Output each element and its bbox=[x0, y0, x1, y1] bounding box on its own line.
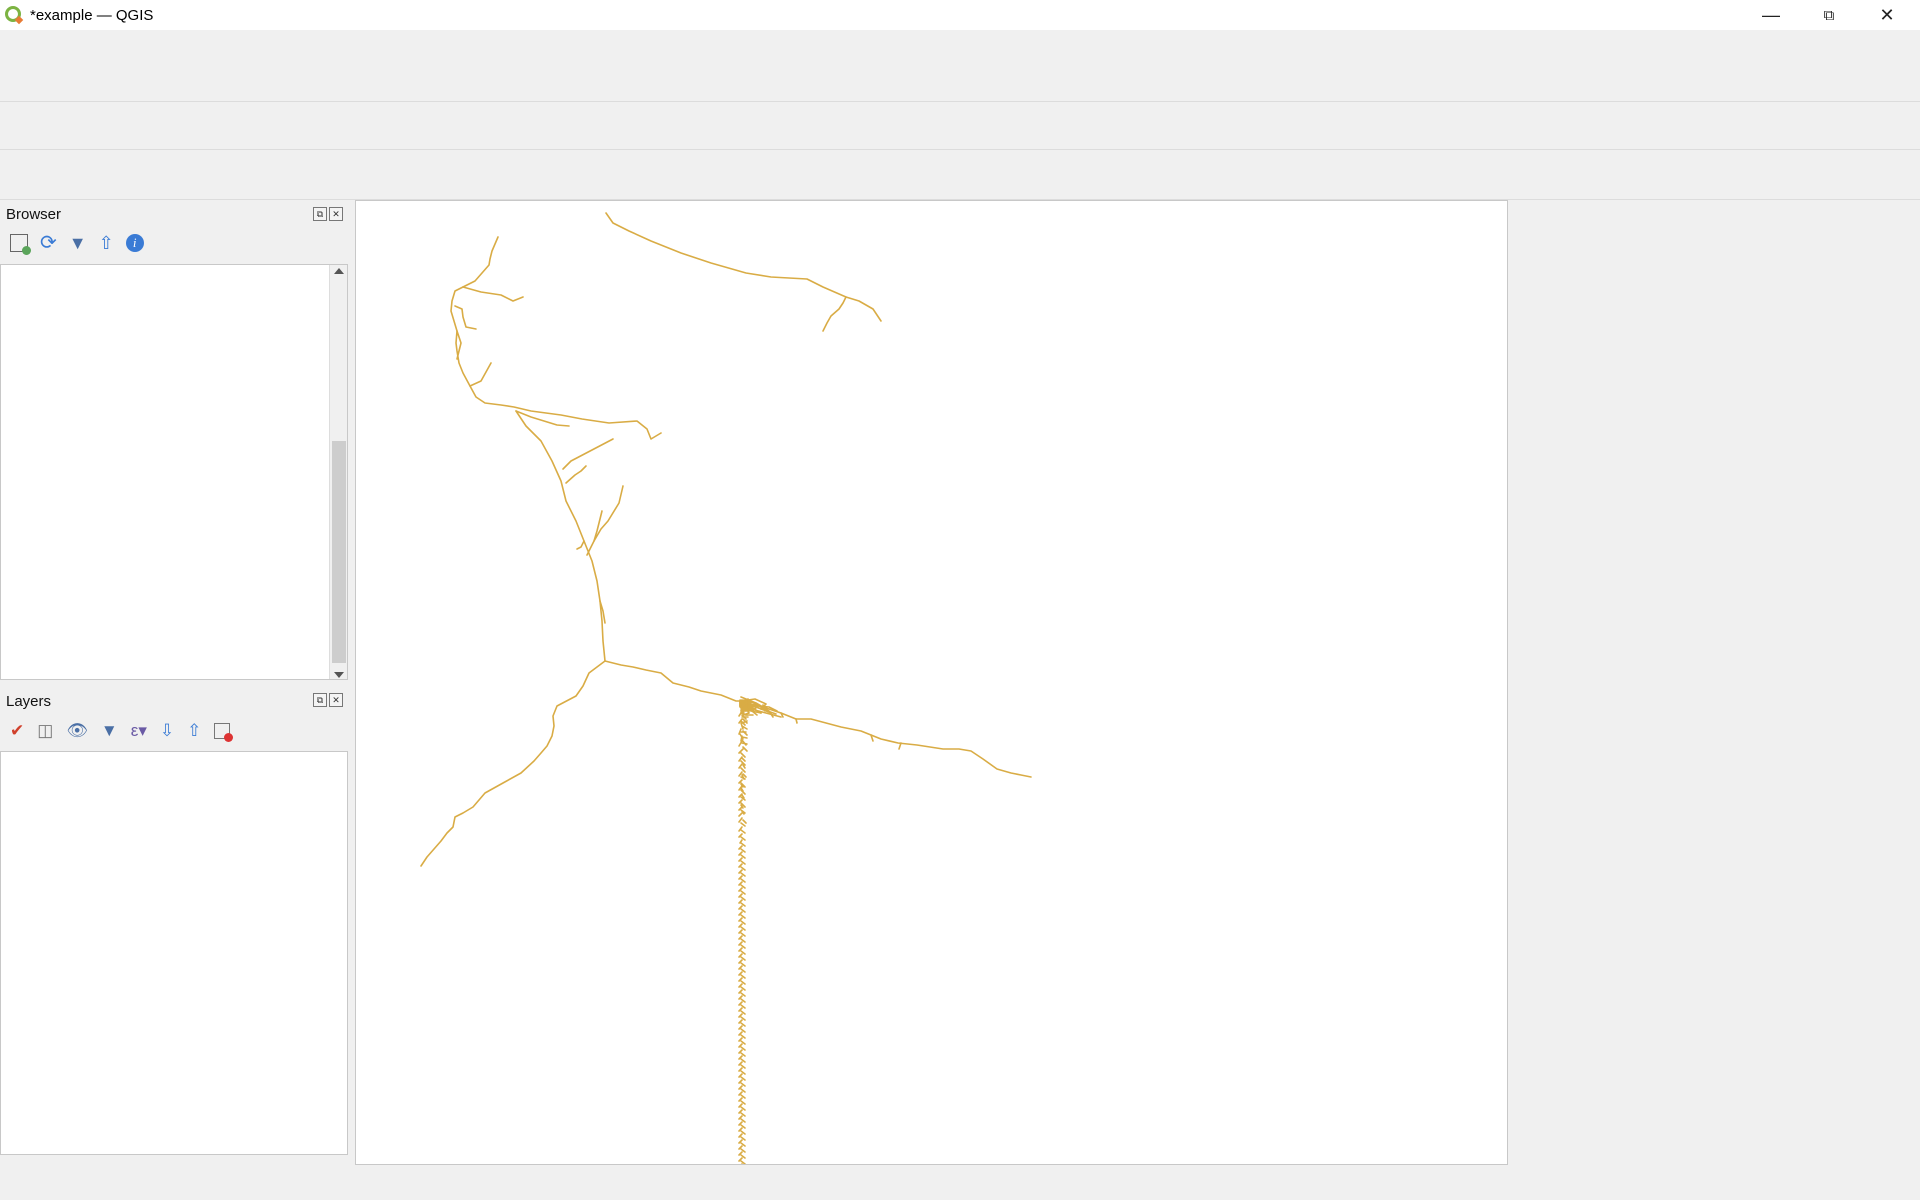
road-feature bbox=[741, 742, 748, 745]
collapse-all-icon[interactable]: ⇧ bbox=[187, 721, 201, 741]
road-feature bbox=[740, 708, 743, 714]
toolbar-row-3 bbox=[0, 150, 1920, 200]
map-canvas[interactable] bbox=[355, 200, 1508, 1165]
layers-tree bbox=[0, 751, 348, 1155]
road-feature bbox=[469, 362, 492, 387]
float-panel-button[interactable]: ⧉ bbox=[313, 207, 327, 221]
road-feature bbox=[738, 817, 743, 823]
road-feature bbox=[605, 212, 882, 322]
style-manager-icon[interactable]: ✔ bbox=[10, 721, 24, 741]
browser-toolbar: ⟳ ▼ ⇧ i bbox=[10, 233, 144, 255]
refresh-icon[interactable]: ⟳ bbox=[40, 233, 57, 253]
road-feature bbox=[593, 510, 603, 542]
close-panel-button[interactable]: ✕ bbox=[329, 693, 343, 707]
close-icon: ✕ bbox=[1879, 4, 1895, 25]
add-group-icon[interactable]: ◫ bbox=[37, 721, 53, 741]
road-feature bbox=[450, 236, 662, 440]
layers-title: Layers bbox=[6, 693, 52, 710]
filter-legend-icon[interactable]: ▼ bbox=[101, 721, 118, 741]
road-feature bbox=[562, 438, 614, 470]
expand-all-icon[interactable]: ⇩ bbox=[160, 721, 174, 741]
toolbar-row-2 bbox=[0, 102, 1920, 150]
browser-tree bbox=[0, 264, 348, 680]
road-feature bbox=[741, 757, 746, 762]
road-feature bbox=[738, 812, 743, 817]
filter-expression-icon[interactable]: ε▾ bbox=[131, 721, 147, 741]
minimize-icon: — bbox=[1762, 4, 1780, 25]
title-bar: *example — QGIS — ⧉ ✕ bbox=[0, 0, 1920, 30]
road-feature bbox=[822, 296, 847, 332]
road-feature bbox=[795, 718, 798, 724]
road-feature bbox=[420, 410, 606, 867]
layers-toolbar: ✔ ◫ 👁 ▼ ε▾ ⇩ ⇧ bbox=[10, 721, 234, 742]
browser-panel: Browser ⧉ ✕ ⟳ ▼ ⇧ i bbox=[0, 200, 350, 680]
road-feature bbox=[740, 722, 744, 730]
browser-scrollbar[interactable] bbox=[329, 265, 347, 679]
remove-layer-icon[interactable] bbox=[214, 723, 234, 742]
restore-button[interactable]: ⧉ bbox=[1800, 0, 1858, 30]
collapse-all-icon[interactable]: ⇧ bbox=[99, 234, 114, 252]
info-icon[interactable]: i bbox=[125, 234, 144, 252]
road-feature bbox=[740, 1163, 743, 1164]
add-selected-layers-icon[interactable] bbox=[10, 234, 31, 255]
road-feature bbox=[739, 700, 742, 703]
restore-icon: ⧉ bbox=[1823, 6, 1835, 24]
menu-bar bbox=[0, 30, 1920, 54]
toolbar-row-1 bbox=[0, 54, 1920, 102]
layers-panel: Layers ⧉ ✕ ✔ ◫ 👁 ▼ ε▾ ⇩ ⇧ bbox=[0, 685, 350, 1155]
road-feature bbox=[742, 709, 747, 712]
filter-icon[interactable]: ▼ bbox=[69, 234, 87, 252]
road-feature bbox=[745, 707, 748, 710]
manage-visibility-icon[interactable]: 👁 bbox=[66, 721, 88, 741]
road-feature bbox=[462, 286, 524, 302]
road-feature bbox=[604, 660, 1032, 778]
road-feature bbox=[740, 822, 746, 827]
road-feature bbox=[586, 485, 624, 556]
road-feature bbox=[742, 819, 747, 824]
road-feature bbox=[456, 330, 462, 360]
road-feature bbox=[576, 540, 585, 550]
map-layers bbox=[420, 212, 1032, 1164]
float-panel-button[interactable]: ⧉ bbox=[313, 693, 327, 707]
road-feature bbox=[740, 735, 743, 742]
road-feature bbox=[740, 829, 746, 834]
qgis-logo-icon bbox=[5, 6, 24, 25]
road-feature bbox=[741, 736, 748, 739]
road-network-layer bbox=[420, 212, 1032, 1164]
road-feature bbox=[454, 305, 477, 330]
browser-title: Browser bbox=[6, 206, 62, 223]
close-panel-button[interactable]: ✕ bbox=[329, 207, 343, 221]
window-title: *example — QGIS bbox=[30, 6, 154, 24]
close-button[interactable]: ✕ bbox=[1858, 0, 1916, 30]
minimize-button[interactable]: — bbox=[1742, 0, 1800, 30]
road-feature bbox=[565, 465, 587, 484]
